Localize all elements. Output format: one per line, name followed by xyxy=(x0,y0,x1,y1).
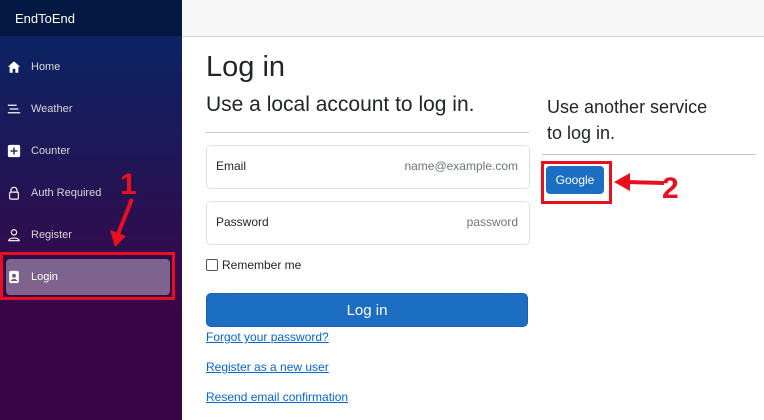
email-field[interactable]: Email xyxy=(206,145,530,189)
sidebar-item-register[interactable]: Register xyxy=(6,217,170,253)
annotation-box-1 xyxy=(0,252,175,300)
annotation-number-2: 2 xyxy=(662,172,679,205)
sidebar-item-label: Auth Required xyxy=(31,187,102,199)
external-heading-line2: to log in. xyxy=(547,123,616,143)
remember-me-label: Remember me xyxy=(222,258,302,272)
login-button[interactable]: Log in xyxy=(206,293,528,327)
brand[interactable]: EndToEnd xyxy=(0,0,182,36)
email-label: Email xyxy=(216,159,247,173)
sidebar-item-label: Home xyxy=(31,61,61,73)
resend-confirmation-link[interactable]: Resend email confirmation xyxy=(206,390,348,404)
sidebar-item-home[interactable]: Home xyxy=(6,49,170,85)
annotation-box-2 xyxy=(541,161,612,204)
main-content: Log in Use a local account to log in. Em… xyxy=(182,37,764,420)
external-divider xyxy=(542,154,756,155)
top-bar xyxy=(182,0,764,37)
annotation-arrow-2 xyxy=(614,173,665,191)
email-input[interactable] xyxy=(336,158,520,174)
sidebar-item-auth-required[interactable]: Auth Required xyxy=(6,175,170,211)
password-field[interactable]: Password xyxy=(206,201,530,245)
divider xyxy=(206,132,529,133)
sidebar-item-label: Weather xyxy=(31,103,73,115)
password-input[interactable] xyxy=(336,214,520,230)
lock-icon xyxy=(6,185,22,201)
list-icon xyxy=(6,101,22,117)
password-label: Password xyxy=(216,215,269,229)
remember-me[interactable]: Remember me xyxy=(206,258,301,272)
remember-me-checkbox[interactable] xyxy=(206,259,218,271)
person-icon xyxy=(6,227,22,243)
plus-square-icon xyxy=(6,143,22,159)
page-title: Log in xyxy=(206,51,286,83)
home-icon xyxy=(6,59,22,75)
forgot-password-link[interactable]: Forgot your password? xyxy=(206,330,329,344)
sidebar: EndToEnd Home Weather Counter Auth Requi… xyxy=(0,0,182,420)
local-account-heading: Use a local account to log in. xyxy=(206,93,475,116)
annotation-arrow-1 xyxy=(110,198,134,247)
sidebar-item-weather[interactable]: Weather xyxy=(6,91,170,127)
sidebar-item-counter[interactable]: Counter xyxy=(6,133,170,169)
external-heading-line1: Use another service xyxy=(547,97,708,117)
sidebar-item-label: Register xyxy=(31,229,72,241)
register-link[interactable]: Register as a new user xyxy=(206,360,329,374)
sidebar-item-label: Counter xyxy=(31,145,71,157)
external-login-heading: Use another service to log in. xyxy=(547,94,707,146)
